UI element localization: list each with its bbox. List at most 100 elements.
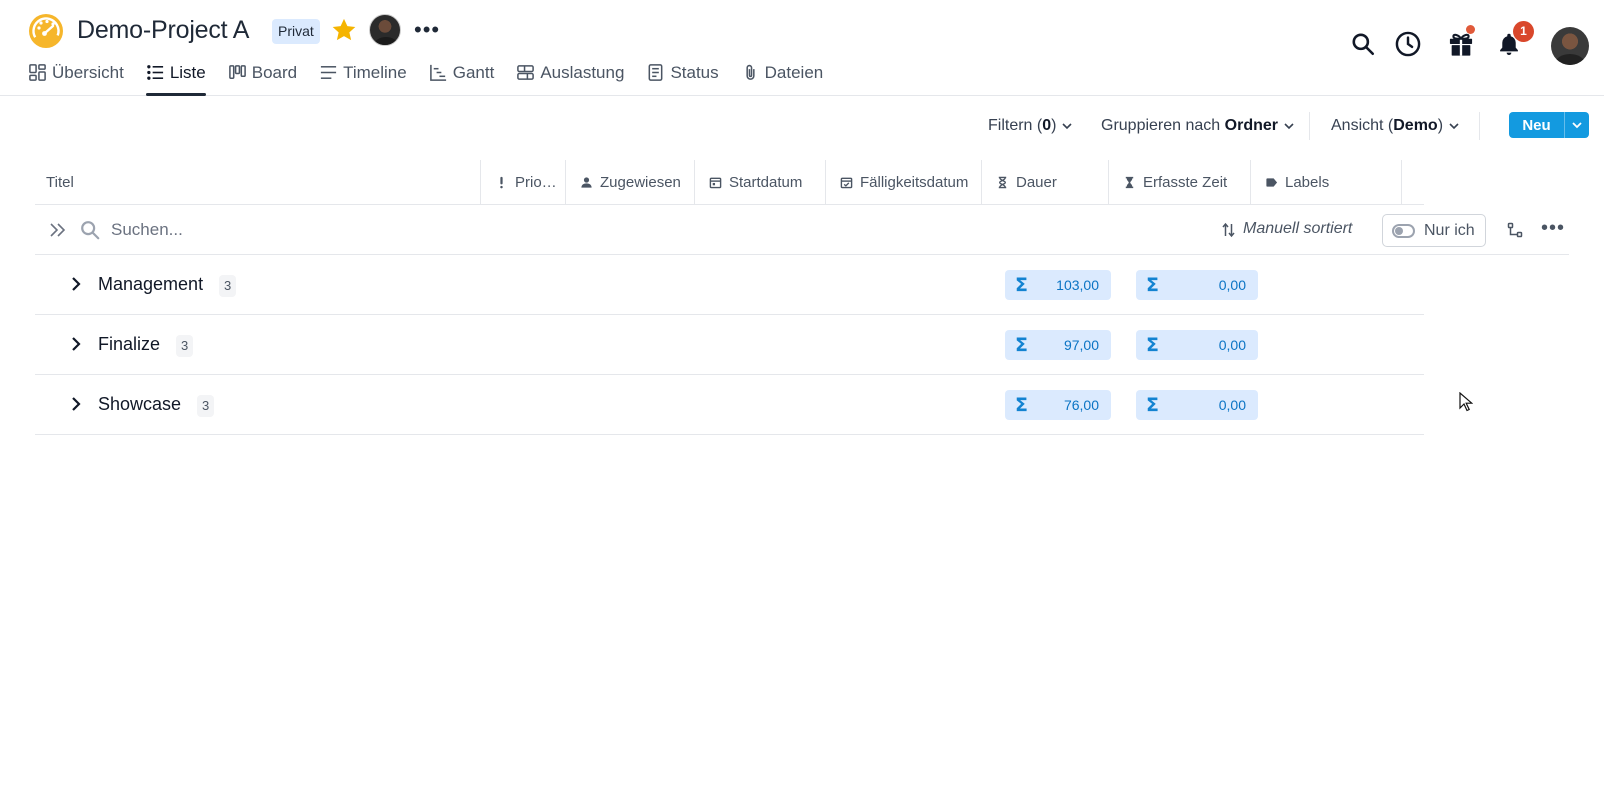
chevron-right-icon[interactable]	[69, 276, 83, 292]
sigma-icon: Σ	[1146, 334, 1159, 356]
chevron-down-icon	[1449, 123, 1459, 130]
folder-group-row[interactable]: Showcase 3 Σ 76,00 Σ 0,00	[35, 375, 1424, 435]
column-header-startdate[interactable]: Startdatum	[695, 160, 826, 204]
clock-icon	[1395, 31, 1421, 57]
filter-label-suffix: )	[1051, 117, 1057, 134]
mouse-cursor-icon	[1459, 392, 1473, 412]
column-header-tracked-time[interactable]: Erfasste Zeit	[1109, 160, 1251, 204]
gift-icon	[1449, 33, 1473, 56]
time-tracking-button[interactable]	[1392, 28, 1424, 60]
duration-sum: Σ 76,00	[1005, 390, 1111, 420]
tab-dateien[interactable]: Dateien	[741, 60, 824, 96]
timeline-icon	[321, 66, 337, 79]
tab-auslastung[interactable]: Auslastung	[516, 60, 624, 96]
tab-liste[interactable]: Liste	[145, 60, 206, 96]
project-title[interactable]: Demo-Project A	[77, 16, 249, 45]
new-dropdown-toggle[interactable]	[1565, 119, 1589, 131]
star-icon[interactable]	[330, 16, 358, 44]
subtasks-icon[interactable]	[1507, 222, 1523, 238]
global-search-button[interactable]	[1347, 28, 1379, 60]
tab-label: Board	[251, 63, 298, 82]
user-avatar[interactable]	[1551, 27, 1589, 65]
tab-gantt[interactable]: Gantt	[429, 60, 494, 96]
group-task-count: 3	[176, 335, 194, 357]
dashboard-icon	[29, 64, 46, 81]
toggle-switch-icon	[1392, 223, 1415, 238]
tab-uebersicht[interactable]: Übersicht	[28, 60, 124, 96]
list-icon	[146, 65, 163, 80]
sigma-icon: Σ	[1146, 274, 1159, 296]
chevron-down-icon	[1572, 122, 1582, 129]
column-header-title[interactable]: Titel	[35, 160, 481, 204]
group-value: Ordner	[1224, 117, 1278, 134]
sigma-icon: Σ	[1015, 334, 1028, 356]
privacy-badge[interactable]: Privat	[272, 19, 320, 44]
column-label: Titel	[46, 173, 74, 191]
member-avatar[interactable]	[369, 14, 401, 46]
column-label: Dauer	[1016, 173, 1057, 191]
more-options-icon[interactable]: •••	[414, 19, 440, 41]
expand-all-icon[interactable]	[49, 222, 67, 238]
tab-board[interactable]: Board	[228, 60, 297, 96]
new-item-button[interactable]: Neu	[1509, 112, 1589, 138]
column-label: Erfasste Zeit	[1143, 173, 1228, 191]
group-task-count: 3	[197, 395, 215, 417]
hourglass-filled-icon	[1125, 176, 1134, 188]
notification-count-badge: 1	[1513, 21, 1534, 42]
tab-label: Dateien	[764, 63, 824, 82]
column-header-labels[interactable]: Labels	[1251, 160, 1402, 204]
sort-mode-label[interactable]: Manuell sortiert	[1243, 220, 1352, 238]
tab-label: Status	[670, 63, 719, 82]
duration-sum: Σ 103,00	[1005, 270, 1111, 300]
folder-group-row[interactable]: Finalize 3 Σ 97,00 Σ 0,00	[35, 315, 1424, 375]
tracked-time-sum: Σ 0,00	[1136, 330, 1258, 360]
table-header: Titel Prio… Zugewiesen Startdatum Fällig…	[35, 160, 1424, 205]
column-header-duration[interactable]: Dauer	[982, 160, 1109, 204]
sum-value: 103,00	[1056, 277, 1099, 293]
filter-label-prefix: Filtern (	[988, 117, 1043, 134]
gantt-icon	[429, 64, 446, 81]
view-button[interactable]: Ansicht (Demo)	[1331, 112, 1460, 140]
tracked-time-sum: Σ 0,00	[1136, 270, 1258, 300]
group-name: Management	[98, 274, 204, 294]
filter-button[interactable]: Filtern (0)	[988, 112, 1073, 140]
column-label: Fälligkeitsdatum	[860, 173, 969, 191]
chevron-down-icon	[1062, 123, 1073, 130]
more-options-icon[interactable]: •••	[1541, 217, 1565, 240]
column-header-priority[interactable]: Prio…	[481, 160, 566, 204]
tab-timeline[interactable]: Timeline	[319, 60, 407, 96]
exclamation-icon	[500, 176, 503, 188]
calendar-icon	[709, 177, 722, 188]
sort-icon[interactable]	[1221, 222, 1236, 238]
only-me-toggle[interactable]: Nur ich	[1382, 214, 1486, 247]
column-label: Startdatum	[729, 173, 803, 191]
chevron-right-icon[interactable]	[69, 396, 83, 412]
search-icon	[81, 221, 100, 240]
tab-label: Timeline	[343, 63, 407, 82]
toolbar-divider	[1309, 112, 1310, 140]
group-by-button[interactable]: Gruppieren nach Ordner	[1101, 112, 1295, 140]
hourglass-icon	[998, 176, 1007, 188]
project-dashboard-icon	[29, 14, 63, 48]
sum-value: 0,00	[1218, 397, 1246, 413]
sum-value: 76,00	[1063, 397, 1099, 413]
folder-group-row[interactable]: Management 3 Σ 103,00 Σ 0,00	[35, 255, 1424, 315]
tab-status[interactable]: Status	[646, 60, 719, 96]
view-label-prefix: Ansicht (	[1331, 117, 1394, 134]
column-header-duedate[interactable]: Fälligkeitsdatum	[826, 160, 982, 204]
tab-label: Auslastung	[540, 63, 625, 82]
view-label-suffix: )	[1437, 117, 1444, 134]
chevron-right-icon[interactable]	[69, 336, 83, 352]
board-icon	[228, 65, 246, 79]
search-input[interactable]	[111, 215, 711, 245]
group-label-prefix: Gruppieren nach	[1101, 117, 1221, 134]
tab-label: Übersicht	[52, 63, 124, 82]
column-label: Prio…	[515, 173, 557, 191]
column-header-assigned[interactable]: Zugewiesen	[566, 160, 695, 204]
column-label: Labels	[1285, 173, 1330, 191]
group-name: Showcase	[98, 394, 182, 414]
new-updates-dot	[1466, 25, 1475, 34]
view-value: Demo	[1393, 117, 1438, 134]
sigma-icon: Σ	[1015, 394, 1028, 416]
filter-count: 0	[1042, 117, 1052, 134]
